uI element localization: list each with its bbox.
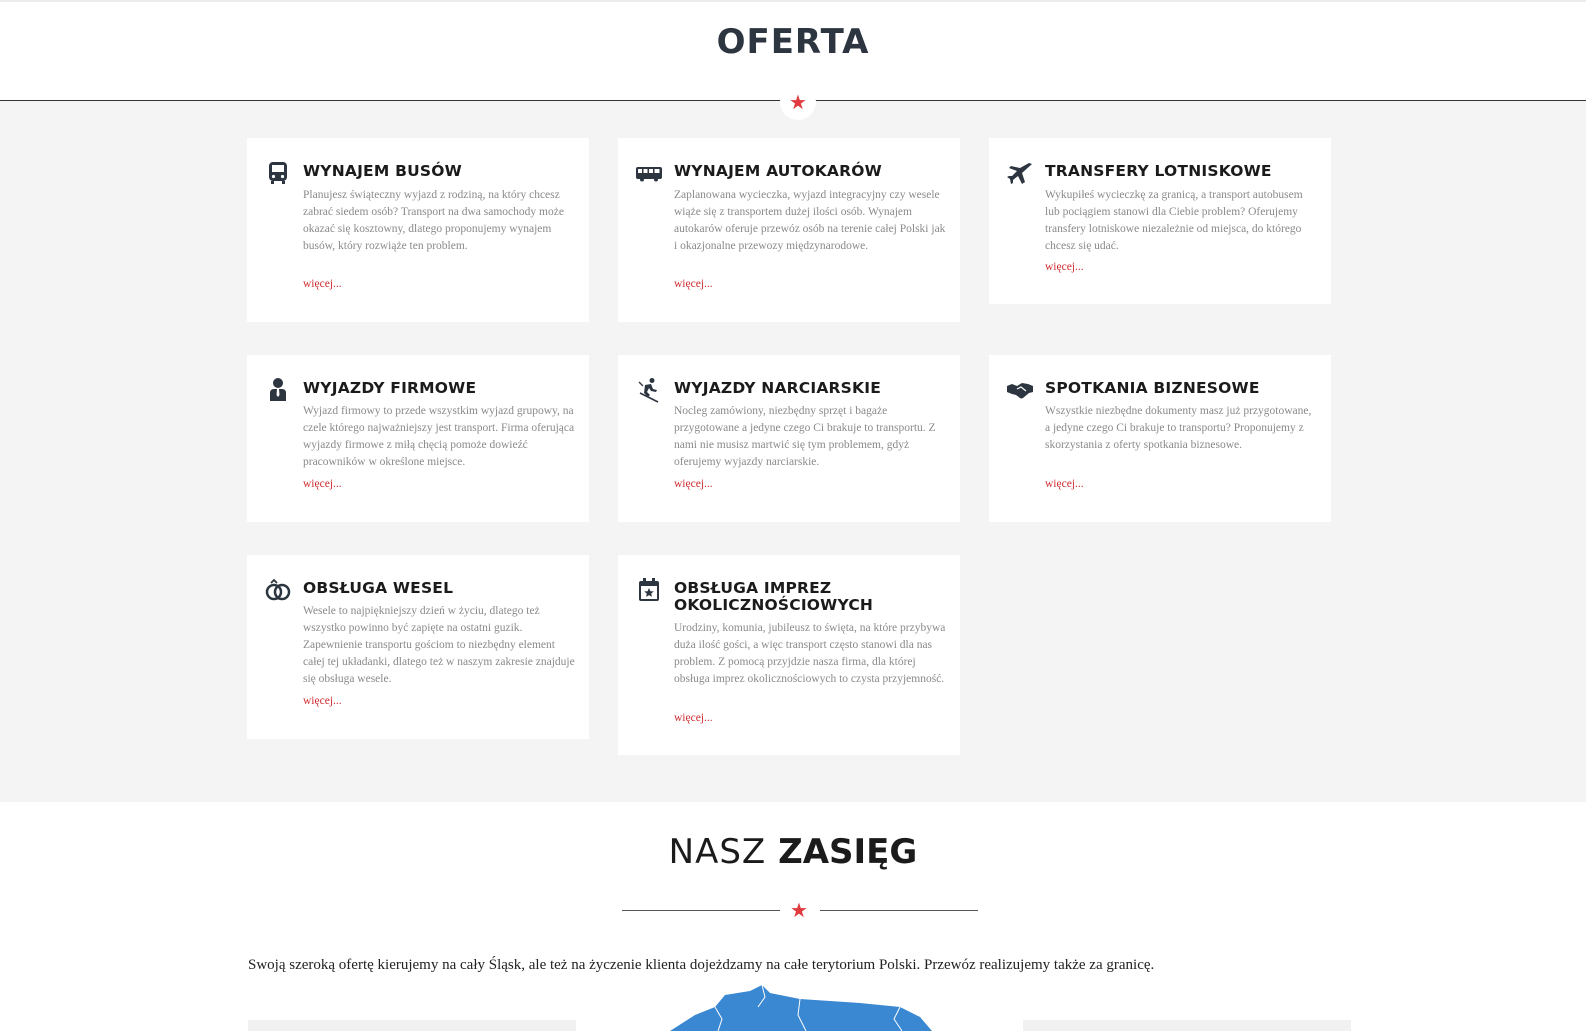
calendar-star-icon <box>636 577 662 603</box>
top-strip <box>0 0 1586 2</box>
offer-card-title: OBSŁUGA IMPREZ OKOLICZNOŚCIOWYCH <box>674 579 874 614</box>
zasieg-description: Swoją szeroką ofertę kierujemy na cały Ś… <box>248 957 1155 973</box>
offer-card-title: WYNAJEM BUSÓW <box>303 162 462 180</box>
offer-card-transfery: TRANSFERY LOTNISKOWE Wykupiłeś wycieczkę… <box>989 138 1331 304</box>
offer-card-text: Wesele to najpiękniejszy dzień w życiu, … <box>303 605 575 685</box>
more-link[interactable]: więcej... <box>674 278 713 290</box>
skier-icon <box>636 377 662 403</box>
more-link[interactable]: więcej... <box>1045 478 1084 490</box>
offer-card-wesela: OBSŁUGA WESEL Wesele to najpiękniejszy d… <box>247 555 589 739</box>
offer-card-biznesowe: SPOTKANIA BIZNESOWE Wszystkie niezbędne … <box>989 355 1331 522</box>
poland-map-shape <box>670 984 932 1032</box>
offer-card-text: Urodziny, komunia, jubileusz to święta, … <box>674 622 946 685</box>
offer-card-autokary: WYNAJEM AUTOKARÓW Zaplanowana wycieczka,… <box>618 138 960 322</box>
zasieg-heading-bold: ZASIĘG <box>778 832 918 872</box>
offer-card-title: SPOTKANIA BIZNESOWE <box>1045 379 1260 397</box>
offer-card-narciarskie: WYJAZDY NARCIARSKIE Nocleg zamówiony, ni… <box>618 355 960 522</box>
zasieg-divider-right <box>820 910 978 911</box>
offer-card-firmowe: WYJAZDY FIRMOWE Wyjazd firmowy to przede… <box>247 355 589 522</box>
zasieg-divider-left <box>622 910 780 911</box>
rings-icon <box>265 577 291 603</box>
offer-card-text: Wszystkie niezbędne dokumenty masz już p… <box>1045 405 1312 451</box>
star-icon: ★ <box>790 898 808 922</box>
offer-card-title: TRANSFERY LOTNISKOWE <box>1045 162 1272 180</box>
offer-card-busy: WYNAJEM BUSÓW Planujesz świąteczny wyjaz… <box>247 138 589 322</box>
offer-card-imprezy: OBSŁUGA IMPREZ OKOLICZNOŚCIOWYCH Urodzin… <box>618 555 960 755</box>
more-link[interactable]: więcej... <box>674 712 713 724</box>
person-icon <box>265 377 291 403</box>
offer-card-text: Nocleg zamówiony, niezbędny sprzęt i bag… <box>674 405 936 468</box>
more-link[interactable]: więcej... <box>674 478 713 490</box>
bus-icon <box>265 160 291 186</box>
airplane-icon <box>1007 160 1033 186</box>
map-side-panel-left <box>248 1020 576 1031</box>
handshake-icon <box>1007 377 1033 403</box>
offer-card-title: WYNAJEM AUTOKARÓW <box>674 162 882 180</box>
map-side-panel-right <box>1023 1020 1351 1031</box>
more-link[interactable]: więcej... <box>303 695 342 707</box>
zasieg-heading-light: NASZ <box>668 832 767 872</box>
oferta-star-badge: ★ <box>780 84 816 120</box>
offer-card-title: WYJAZDY NARCIARSKIE <box>674 379 881 397</box>
offer-card-text: Wyjazd firmowy to przede wszystkim wyjaz… <box>303 405 575 468</box>
offer-card-text: Wykupiłeś wycieczkę za granicą, a transp… <box>1045 189 1303 252</box>
offer-card-title: WYJAZDY FIRMOWE <box>303 379 477 397</box>
offer-card-text: Planujesz świąteczny wyjazd z rodziną, n… <box>303 189 564 252</box>
poland-map <box>650 984 950 1032</box>
zasieg-heading: NASZ ZASIĘG <box>0 832 1586 872</box>
star-icon: ★ <box>789 90 807 114</box>
offer-card-text: Zaplanowana wycieczka, wyjazd integracyj… <box>674 189 946 252</box>
more-link[interactable]: więcej... <box>1045 261 1084 273</box>
more-link[interactable]: więcej... <box>303 278 342 290</box>
coach-icon <box>636 160 662 186</box>
more-link[interactable]: więcej... <box>303 478 342 490</box>
offer-card-title: OBSŁUGA WESEL <box>303 579 454 597</box>
oferta-heading: OFERTA <box>716 22 870 62</box>
